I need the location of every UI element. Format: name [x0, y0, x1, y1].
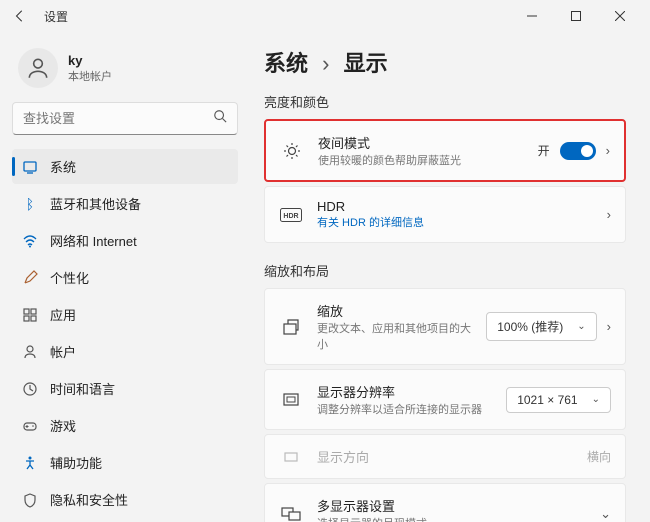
nav-label: 网络和 Internet	[50, 231, 137, 250]
gamepad-icon	[22, 418, 38, 434]
wifi-icon	[22, 233, 38, 249]
avatar	[18, 48, 58, 88]
nav-item-system[interactable]: 系统	[12, 149, 238, 184]
multi-display-sub: 选择显示器的呈现模式	[317, 515, 586, 522]
hdr-title: HDR	[317, 199, 593, 214]
resolution-value: 1021 × 761	[517, 393, 577, 407]
chevron-right-icon[interactable]: ›	[606, 143, 610, 158]
resolution-icon	[279, 391, 303, 409]
hdr-link[interactable]: 有关 HDR 的详细信息	[317, 214, 593, 230]
nav-label: 蓝牙和其他设备	[50, 194, 141, 213]
resolution-sub: 调整分辨率以适合所连接的显示器	[317, 401, 492, 417]
search-box[interactable]	[12, 102, 238, 135]
card-multi-display[interactable]: 多显示器设置 选择显示器的呈现模式 ⌄	[264, 483, 626, 522]
nav-label: 隐私和安全性	[50, 490, 128, 509]
nav-item-time-language[interactable]: 时间和语言	[12, 371, 238, 406]
section-brightness-color: 亮度和颜色	[264, 92, 626, 111]
nav-label: 应用	[50, 305, 76, 324]
nav-label: 游戏	[50, 416, 76, 435]
user-subtitle: 本地帐户	[68, 68, 112, 84]
nav-item-accessibility[interactable]: 辅助功能	[12, 445, 238, 480]
minimize-button[interactable]	[510, 2, 554, 30]
svg-text:HDR: HDR	[283, 213, 298, 220]
hdr-icon: HDR	[279, 208, 303, 222]
search-icon	[213, 109, 227, 128]
chevron-down-icon[interactable]: ⌄	[600, 506, 611, 522]
nav-item-personalization[interactable]: 个性化	[12, 260, 238, 295]
scale-title: 缩放	[317, 301, 472, 320]
main-panel: 系统 › 显示 亮度和颜色 夜间模式 使用较暖的颜色帮助屏蔽蓝光 开 › HDR…	[250, 32, 650, 522]
resolution-title: 显示器分辨率	[317, 382, 492, 401]
resolution-dropdown[interactable]: 1021 × 761 ⌄	[506, 387, 611, 413]
nav-item-accounts[interactable]: 帐户	[12, 334, 238, 369]
close-button[interactable]	[598, 2, 642, 30]
titlebar: 设置	[0, 0, 650, 32]
orientation-icon	[279, 448, 303, 466]
scale-icon	[279, 318, 303, 336]
nav-label: 帐户	[50, 342, 76, 361]
nav-label: 辅助功能	[50, 453, 102, 472]
card-resolution[interactable]: 显示器分辨率 调整分辨率以适合所连接的显示器 1021 × 761 ⌄	[264, 369, 626, 430]
nav-item-bluetooth[interactable]: ᛒ 蓝牙和其他设备	[12, 186, 238, 221]
card-night-light[interactable]: 夜间模式 使用较暖的颜色帮助屏蔽蓝光 开 ›	[264, 119, 626, 182]
nav-item-gaming[interactable]: 游戏	[12, 408, 238, 443]
chevron-right-icon[interactable]: ›	[607, 207, 611, 222]
chevron-down-icon: ⌄	[577, 321, 585, 332]
person-icon	[22, 344, 38, 360]
system-icon	[22, 159, 38, 175]
multi-display-icon	[279, 505, 303, 522]
breadcrumb-current: 显示	[344, 51, 388, 76]
nav-item-network[interactable]: 网络和 Internet	[12, 223, 238, 258]
chevron-down-icon: ⌄	[592, 394, 600, 405]
night-light-toggle[interactable]	[560, 142, 596, 160]
clock-icon	[22, 381, 38, 397]
card-hdr[interactable]: HDR HDR 有关 HDR 的详细信息 ›	[264, 186, 626, 243]
window-title: 设置	[44, 8, 68, 25]
back-button[interactable]	[8, 4, 32, 28]
shield-icon	[22, 492, 38, 508]
nav-label: 时间和语言	[50, 379, 115, 398]
orientation-title: 显示方向	[317, 447, 573, 466]
nav-label: 系统	[50, 157, 76, 176]
sidebar: ky 本地帐户 系统 ᛒ 蓝牙和其他设备 网络和 Internet 个性化	[0, 32, 250, 522]
breadcrumb-sep: ›	[322, 51, 329, 76]
night-light-title: 夜间模式	[318, 133, 524, 152]
accessibility-icon	[22, 455, 38, 471]
bluetooth-icon: ᛒ	[22, 196, 38, 212]
card-orientation: 显示方向 横向	[264, 434, 626, 479]
apps-icon	[22, 307, 38, 323]
night-light-state: 开	[538, 142, 550, 159]
maximize-button[interactable]	[554, 2, 598, 30]
user-row[interactable]: ky 本地帐户	[12, 40, 238, 102]
nav-label: 个性化	[50, 268, 89, 287]
scale-sub: 更改文本、应用和其他项目的大小	[317, 320, 472, 352]
brush-icon	[22, 270, 38, 286]
night-light-sub: 使用较暖的颜色帮助屏蔽蓝光	[318, 152, 524, 168]
nav-item-privacy[interactable]: 隐私和安全性	[12, 482, 238, 517]
multi-display-title: 多显示器设置	[317, 496, 586, 515]
night-light-icon	[280, 142, 304, 160]
card-scale[interactable]: 缩放 更改文本、应用和其他项目的大小 100% (推荐) ⌄ ›	[264, 288, 626, 365]
chevron-right-icon[interactable]: ›	[607, 319, 611, 334]
scale-dropdown[interactable]: 100% (推荐) ⌄	[486, 312, 596, 341]
breadcrumb: 系统 › 显示	[264, 46, 626, 78]
nav-item-apps[interactable]: 应用	[12, 297, 238, 332]
search-input[interactable]	[23, 111, 213, 126]
breadcrumb-parent[interactable]: 系统	[264, 51, 308, 76]
user-name: ky	[68, 53, 112, 68]
orientation-value: 横向	[587, 448, 611, 465]
scale-value: 100% (推荐)	[497, 318, 563, 335]
section-scale-layout: 缩放和布局	[264, 261, 626, 280]
